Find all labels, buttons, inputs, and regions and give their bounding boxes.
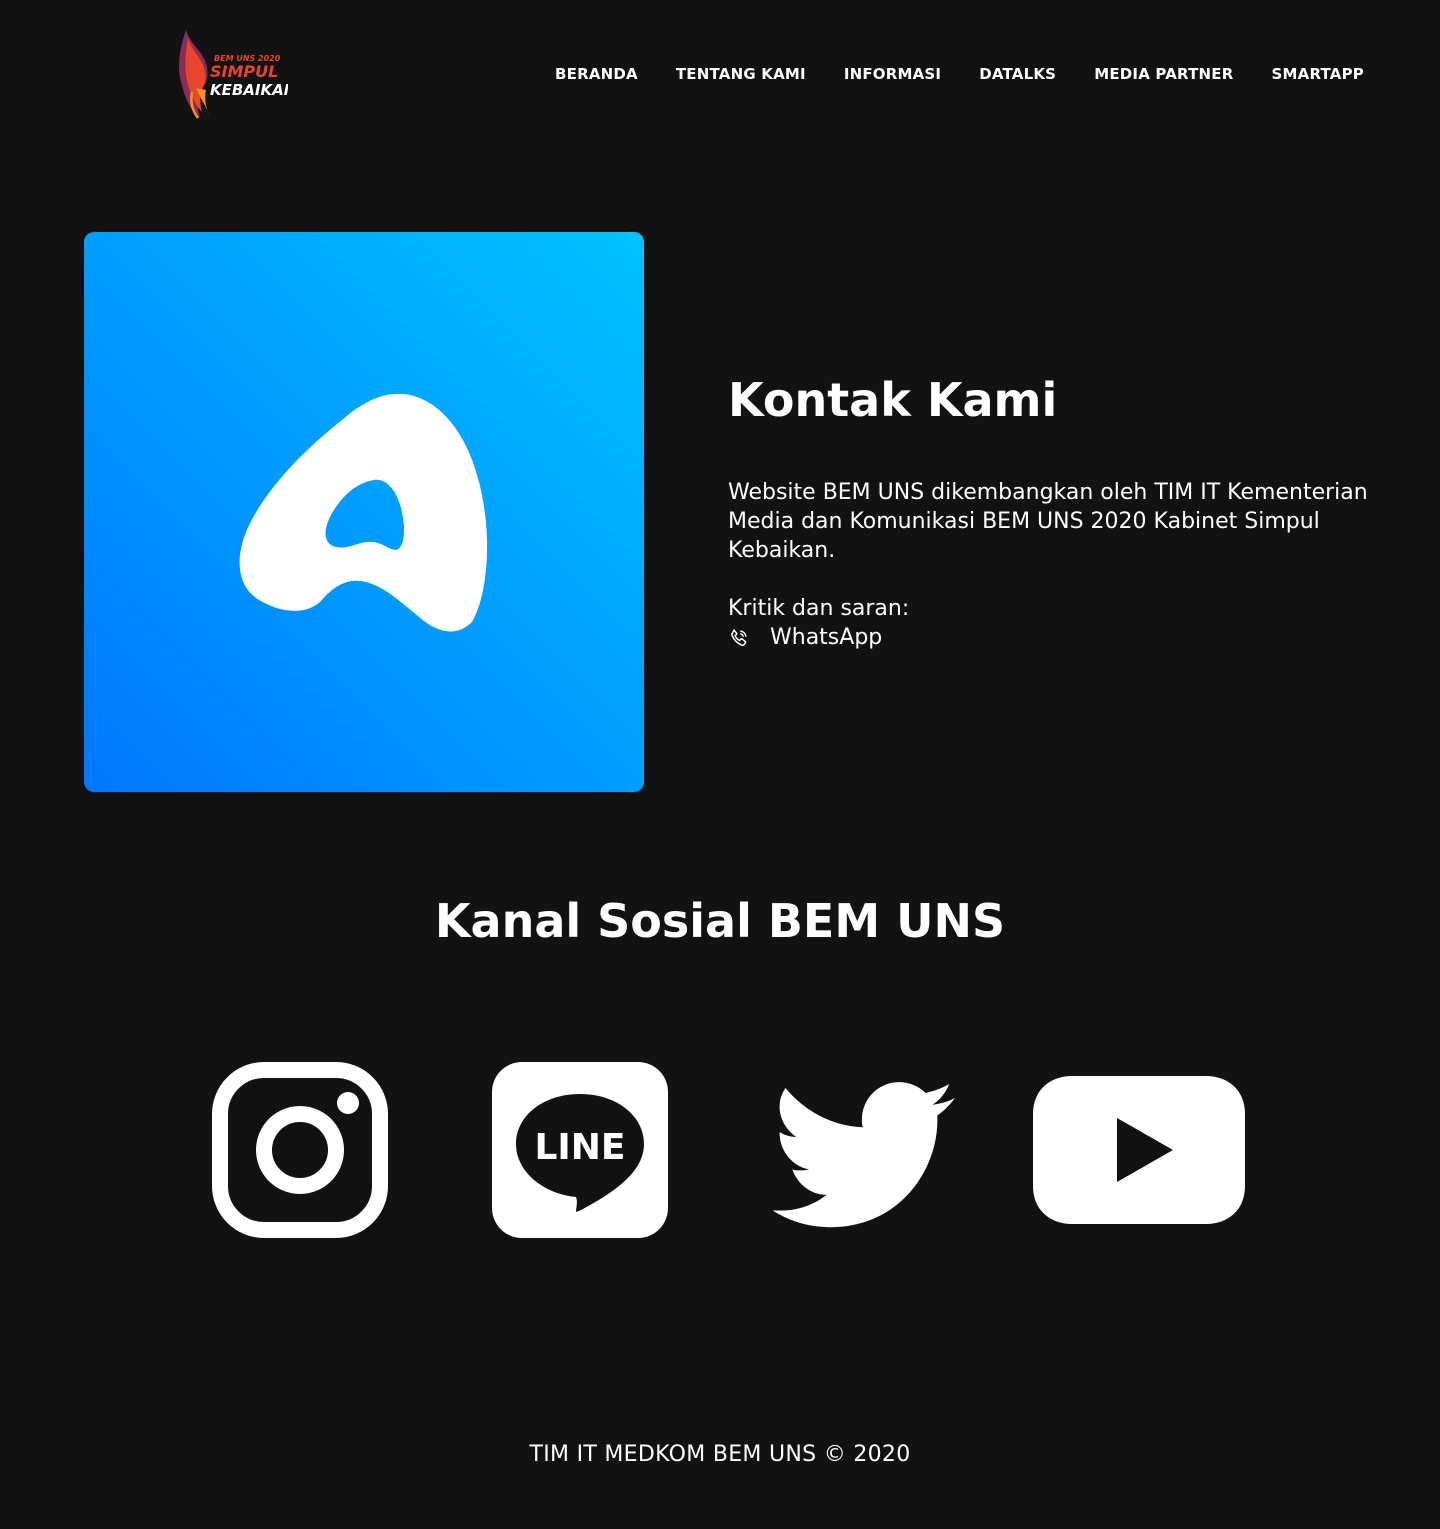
nav-media-partner[interactable]: MEDIA PARTNER <box>1094 62 1233 86</box>
youtube-icon <box>1033 1076 1245 1224</box>
kritik-label: Kritik dan saran: <box>728 596 910 621</box>
line-icon: LINE <box>492 1062 668 1238</box>
social-title: Kanal Sosial BEM UNS <box>434 894 1006 948</box>
contact-title: Kontak Kami <box>728 373 1058 427</box>
nav-datalks[interactable]: DATALKS <box>979 62 1056 86</box>
app-tile <box>84 232 644 792</box>
logo-line-1: SIMPUL <box>210 62 278 81</box>
youtube-link[interactable] <box>1032 1062 1246 1238</box>
twitter-icon <box>772 1082 956 1228</box>
site-logo[interactable]: BEM UNS 2020 SIMPUL KEBAIKAN <box>176 28 288 120</box>
app-logo-a-icon <box>239 393 488 632</box>
line-text: LINE <box>534 1127 625 1168</box>
main-nav: BERANDA TENTANG KAMI INFORMASI DATALKS M… <box>555 62 1364 86</box>
contact-section: Kontak Kami Website BEM UNS dikembangkan… <box>728 372 1378 652</box>
logo-line-2: KEBAIKAN <box>210 81 288 99</box>
whatsapp-label: WhatsApp <box>770 625 883 650</box>
contact-description: Website BEM UNS dikembangkan oleh TIM IT… <box>728 480 1368 563</box>
phone-icon <box>731 628 747 646</box>
nav-smartapp[interactable]: SMARTAPP <box>1272 62 1364 86</box>
flame-logo-icon: BEM UNS 2020 SIMPUL KEBAIKAN <box>179 30 288 119</box>
nav-tentang-kami[interactable]: TENTANG KAMI <box>676 62 806 86</box>
nav-informasi[interactable]: INFORMASI <box>844 62 941 86</box>
twitter-link[interactable] <box>760 1062 960 1238</box>
instagram-icon <box>212 1062 388 1238</box>
nav-beranda[interactable]: BERANDA <box>555 62 638 86</box>
whatsapp-link[interactable]: WhatsApp <box>728 623 1378 652</box>
instagram-link[interactable] <box>212 1062 388 1238</box>
line-link[interactable]: LINE <box>492 1062 668 1238</box>
footer-text: TIM IT MEDKOM BEM UNS © 2020 <box>529 1442 911 1467</box>
